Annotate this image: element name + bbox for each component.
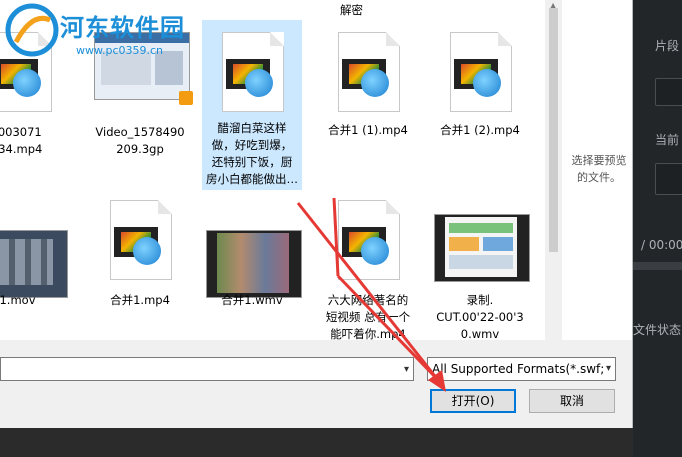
partial-item-label: 解密 [340, 3, 363, 17]
app-side-panel: 片段 当前 / 00:00 文件状态 [633, 0, 682, 457]
file-status-label: 文件状态 [633, 323, 682, 337]
preview-pane: 选择要预览的文件。 [562, 0, 632, 340]
file-name: 录制. CUT.00'22-00'3 0.wmv [436, 293, 524, 340]
video-file-icon [222, 32, 284, 112]
cancel-button[interactable]: 取消 [529, 389, 615, 413]
progress-track [633, 262, 682, 270]
file-item[interactable]: 六大网络著名的 短视频 总有一个 能吓着你.mp4 [318, 200, 418, 340]
file-name: Video_1578490 209.3gp [95, 125, 185, 156]
dialog-footer [0, 340, 632, 428]
segment-field[interactable] [655, 78, 682, 106]
logo-icon [5, 3, 59, 57]
file-name: 合并1 (1).mp4 [328, 123, 408, 137]
time-display: / 00:00 [641, 238, 682, 252]
file-name: 合并1 (2).mp4 [440, 123, 520, 137]
video-file-icon [338, 32, 400, 112]
file-item[interactable]: 合并1 (2).mp4 [430, 20, 530, 190]
file-item[interactable]: 合并1.mov [0, 200, 68, 340]
file-name: 醋溜白菜这样 做，好吃到爆， 还特别下饭，厨 房小白都能做出… [206, 121, 298, 186]
watermark-title: 河东软件园 [60, 14, 185, 42]
file-name: 合并1.mp4 [110, 293, 170, 307]
video-file-icon [450, 32, 512, 112]
file-name-input[interactable]: ▾ [0, 357, 414, 381]
chevron-down-icon[interactable]: ▾ [603, 358, 611, 380]
current-field[interactable] [655, 163, 682, 195]
file-item[interactable]: 录制. CUT.00'22-00'3 0.wmv [430, 200, 530, 340]
video-file-icon [338, 200, 400, 280]
background-strip [0, 428, 633, 457]
file-name: 合并1.wmv [221, 293, 283, 307]
file-name: V_202003071 1429334.mp4 [0, 125, 43, 156]
open-button[interactable]: 打开(O) [430, 389, 516, 413]
chevron-down-icon[interactable]: ▾ [404, 364, 409, 375]
filter-value: All Supported Formats(*.swf; [432, 362, 605, 376]
video-file-icon [110, 200, 172, 280]
vertical-scrollbar[interactable]: ▲ [545, 0, 562, 340]
file-item[interactable]: 合并1.wmv [202, 200, 302, 340]
segment-label: 片段 [655, 39, 680, 53]
file-name: 六大网络著名的 短视频 总有一个 能吓着你.mp4 [325, 293, 411, 340]
file-item-selected[interactable]: 醋溜白菜这样 做，好吃到爆， 还特别下饭，厨 房小白都能做出… [202, 20, 302, 190]
preview-message: 选择要预览的文件。 [571, 154, 627, 184]
file-item[interactable]: 合并1.mp4 [90, 200, 190, 340]
watermark-subtitle: www.pc0359.cn [76, 44, 164, 57]
video-thumbnail [434, 214, 530, 282]
scrollbar-thumb[interactable] [549, 8, 558, 252]
video-thumbnail [206, 230, 302, 298]
file-type-filter[interactable]: All Supported Formats(*.swf; ▾ [427, 357, 616, 381]
file-list[interactable]: 解密 V_202003071 1429334.mp4 Video_1578490… [0, 0, 545, 340]
file-item[interactable]: 合并1 (1).mp4 [318, 20, 418, 190]
current-label: 当前 [655, 133, 680, 147]
video-thumbnail [0, 230, 68, 298]
file-name: 合并1.mov [0, 293, 36, 307]
open-file-dialog: 解密 V_202003071 1429334.mp4 Video_1578490… [0, 0, 633, 428]
